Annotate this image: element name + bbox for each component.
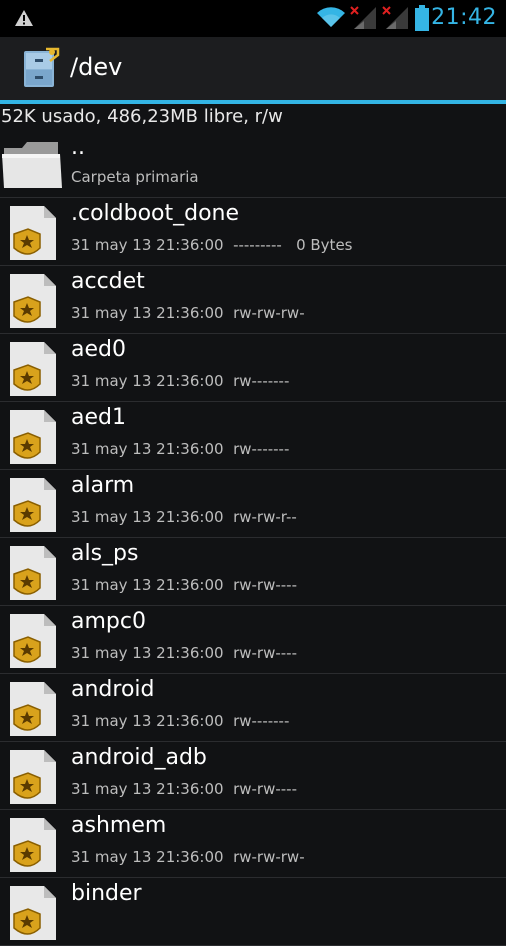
file-list-item[interactable]: android 31 may 13 21:36:00 rw------- — [0, 674, 506, 742]
file-list: .. Carpeta primaria .coldboot_done 31 ma… — [0, 130, 506, 946]
file-details: 31 may 13 21:36:00 rw-rw---- — [71, 644, 297, 662]
file-details: 31 may 13 21:36:00 rw------- — [71, 372, 290, 390]
system-file-icon — [10, 274, 56, 328]
accent-divider — [0, 100, 506, 104]
signal-no-sim-2-icon — [382, 6, 408, 29]
file-list-item[interactable]: accdet 31 may 13 21:36:00 rw-rw-rw- — [0, 266, 506, 334]
signal-no-sim-1-icon — [350, 6, 376, 29]
file-list-item[interactable]: alarm 31 may 13 21:36:00 rw-rw-r-- — [0, 470, 506, 538]
file-details: 31 may 13 21:36:00 rw-rw---- — [71, 576, 297, 594]
file-name: ampc0 — [71, 609, 146, 634]
file-details: 31 may 13 21:36:00 rw-rw-r-- — [71, 508, 297, 526]
file-name: .coldboot_done — [71, 201, 240, 226]
file-list-item[interactable]: als_ps 31 may 13 21:36:00 rw-rw---- — [0, 538, 506, 606]
file-list-item[interactable]: aed1 31 may 13 21:36:00 rw------- — [0, 402, 506, 470]
storage-info: 52K usado, 486,23MB libre, r/w — [1, 106, 283, 127]
warning-icon — [15, 10, 33, 26]
file-list-item[interactable]: aed0 31 may 13 21:36:00 rw------- — [0, 334, 506, 402]
file-list-item[interactable]: .coldboot_done 31 may 13 21:36:00 ------… — [0, 198, 506, 266]
file-name: android_adb — [71, 745, 207, 770]
system-file-icon — [10, 342, 56, 396]
file-details: 31 may 13 21:36:00 rw-rw---- — [71, 780, 297, 798]
file-details: 31 may 13 21:36:00 rw------- — [71, 440, 290, 458]
system-file-icon — [10, 750, 56, 804]
action-bar: /dev — [0, 37, 506, 100]
file-details: 31 may 13 21:36:00 rw------- — [71, 712, 290, 730]
file-name: binder — [71, 881, 142, 906]
file-details: 31 may 13 21:36:00 rw-rw-rw- — [71, 848, 305, 866]
file-name: android — [71, 677, 155, 702]
file-cabinet-icon[interactable] — [20, 47, 62, 89]
file-list-item[interactable]: binder — [0, 878, 506, 946]
status-bar: 21:42 — [0, 0, 506, 37]
file-name: alarm — [71, 473, 135, 498]
folder-icon — [2, 142, 62, 188]
file-name: als_ps — [71, 541, 139, 566]
file-name: aed0 — [71, 337, 126, 362]
system-file-icon — [10, 410, 56, 464]
file-name: ashmem — [71, 813, 167, 838]
file-details: 31 may 13 21:36:00 rw-rw-rw- — [71, 304, 305, 322]
file-name: accdet — [71, 269, 145, 294]
system-file-icon — [10, 818, 56, 872]
parent-folder-item[interactable]: .. Carpeta primaria — [0, 130, 506, 198]
clock: 21:42 — [431, 5, 497, 30]
system-file-icon — [10, 614, 56, 668]
file-name: aed1 — [71, 405, 126, 430]
file-list-item[interactable]: ashmem 31 may 13 21:36:00 rw-rw-rw- — [0, 810, 506, 878]
system-file-icon — [10, 682, 56, 736]
file-list-item[interactable]: ampc0 31 may 13 21:36:00 rw-rw---- — [0, 606, 506, 674]
wifi-icon — [317, 7, 345, 28]
parent-folder-subtitle: Carpeta primaria — [71, 168, 199, 186]
system-file-icon — [10, 478, 56, 532]
file-list-item[interactable]: android_adb 31 may 13 21:36:00 rw-rw---- — [0, 742, 506, 810]
file-details: 31 may 13 21:36:00 --------- 0 Bytes — [71, 236, 353, 254]
system-file-icon — [10, 546, 56, 600]
system-file-icon — [10, 886, 56, 940]
battery-icon — [415, 5, 429, 31]
system-file-icon — [10, 206, 56, 260]
parent-folder-name: .. — [71, 135, 85, 160]
current-path-title: /dev — [70, 53, 123, 81]
